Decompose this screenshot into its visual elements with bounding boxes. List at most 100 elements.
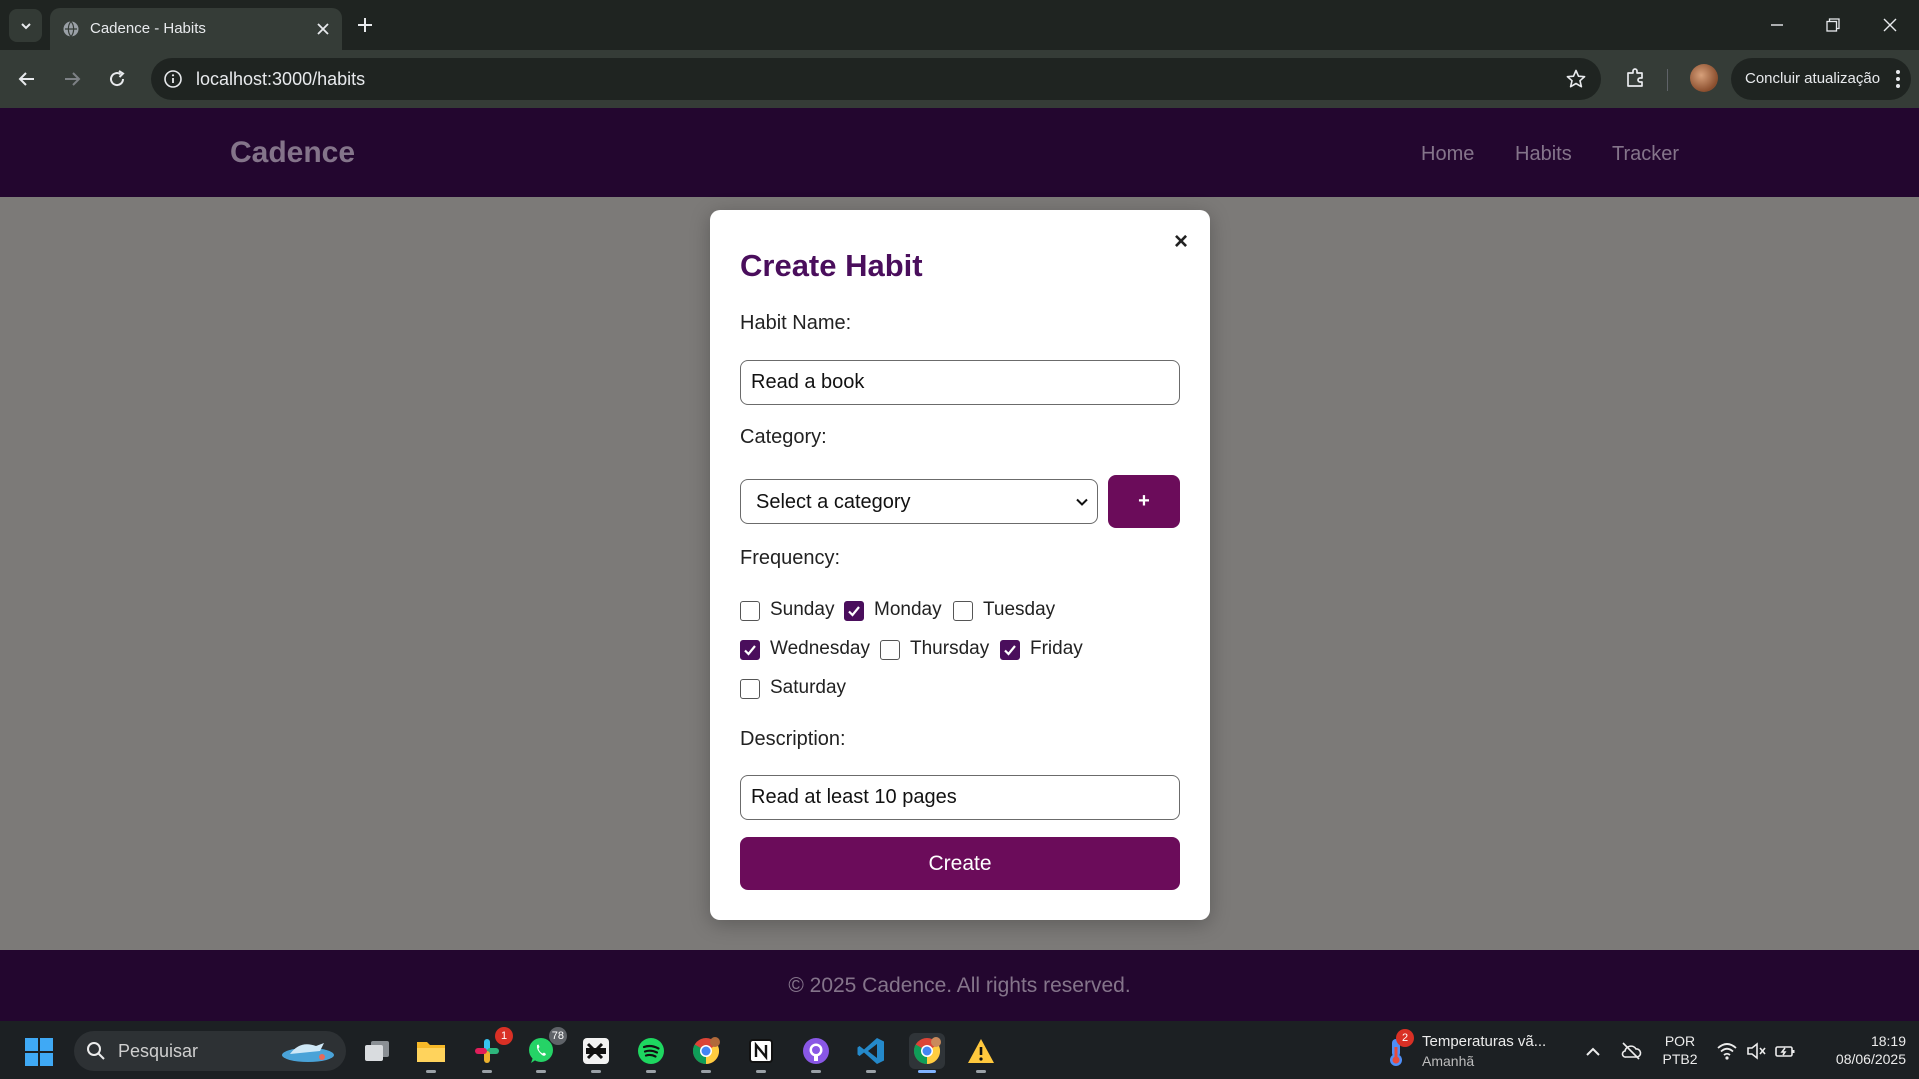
taskbar-search[interactable]: Pesquisar	[74, 1031, 346, 1071]
warning-icon	[968, 1039, 994, 1063]
taskbar-chrome[interactable]	[909, 1033, 945, 1073]
taskbar-whatsapp[interactable]: 78	[523, 1027, 567, 1073]
checkbox-friday[interactable]	[1000, 640, 1020, 660]
taskbar-notion[interactable]	[743, 1033, 779, 1073]
chevron-down-icon	[1076, 498, 1088, 506]
running-indicator	[482, 1070, 492, 1073]
modal-close-button[interactable]: ×	[1169, 230, 1193, 254]
new-tab-plus-icon[interactable]	[352, 12, 378, 38]
weather-subtitle: Amanhã	[1422, 1053, 1475, 1069]
day-label-monday[interactable]: Monday	[874, 599, 942, 621]
running-indicator	[756, 1070, 766, 1073]
minimize-icon	[1771, 24, 1783, 26]
checkbox-sunday[interactable]	[740, 601, 760, 621]
tab-search-button[interactable]	[9, 9, 42, 42]
nav-tracker[interactable]: Tracker	[1612, 143, 1679, 166]
running-indicator	[591, 1070, 601, 1073]
weather-widget[interactable]: 2 Temperaturas vã... Amanhã	[1384, 1029, 1554, 1073]
description-label: Description:	[740, 728, 846, 750]
taskbar-slack[interactable]: 1	[469, 1027, 513, 1073]
close-icon	[1883, 18, 1897, 32]
checkbox-monday[interactable]	[844, 601, 864, 621]
forward-button[interactable]	[58, 65, 86, 93]
site-brand[interactable]: Cadence	[230, 136, 355, 170]
url-text[interactable]: localhost:3000/habits	[196, 69, 365, 90]
search-highlight-art-icon	[282, 1043, 334, 1062]
slack-badge: 1	[495, 1027, 513, 1045]
folder-icon	[417, 1042, 445, 1062]
running-indicator	[536, 1070, 546, 1073]
running-indicator	[426, 1070, 436, 1073]
browser-tab[interactable]: Cadence - Habits	[50, 8, 342, 50]
running-indicator	[866, 1070, 876, 1073]
speaker-muted-icon[interactable]	[1745, 1040, 1767, 1062]
chrome-icon	[692, 1037, 720, 1065]
day-label-sunday[interactable]: Sunday	[770, 599, 834, 621]
taskbar-warning-app[interactable]	[963, 1033, 999, 1073]
keyboard-layout: PTB2	[1662, 1051, 1698, 1067]
update-button[interactable]: Concluir atualização	[1731, 58, 1911, 100]
task-view-icon	[365, 1041, 389, 1061]
taskbar-vscode[interactable]	[853, 1033, 889, 1073]
taskbar-github-desktop[interactable]	[798, 1033, 834, 1073]
profile-avatar[interactable]	[1690, 64, 1718, 92]
taskbar-file-explorer[interactable]	[413, 1033, 449, 1073]
clock[interactable]: 18:19 08/06/2025	[1812, 1032, 1906, 1068]
description-input[interactable]	[740, 775, 1180, 820]
capcut-icon	[583, 1038, 609, 1064]
category-label: Category:	[740, 426, 827, 448]
day-label-saturday[interactable]: Saturday	[770, 677, 846, 699]
close-window-button[interactable]	[1877, 12, 1903, 38]
github-icon	[803, 1038, 829, 1064]
close-icon[interactable]	[314, 20, 332, 38]
checkbox-wednesday[interactable]	[740, 640, 760, 660]
habit-name-label: Habit Name:	[740, 312, 852, 334]
taskbar-chrome-profile[interactable]	[688, 1033, 724, 1073]
language-indicator[interactable]: POR PTB2	[1660, 1032, 1700, 1068]
checkbox-tuesday[interactable]	[953, 601, 973, 621]
battery-charging-icon[interactable]	[1774, 1040, 1796, 1062]
running-indicator	[976, 1070, 986, 1073]
more-vert-icon	[1896, 70, 1900, 88]
running-indicator	[918, 1070, 936, 1073]
star-icon[interactable]	[1565, 68, 1587, 90]
windows-start-icon[interactable]	[24, 1037, 54, 1067]
habit-name-input[interactable]	[740, 360, 1180, 405]
nav-home[interactable]: Home	[1421, 143, 1474, 166]
extensions-puzzle-icon[interactable]	[1623, 65, 1649, 91]
site-footer: © 2025 Cadence. All rights reserved.	[0, 950, 1919, 1021]
search-placeholder: Pesquisar	[118, 1041, 199, 1061]
wifi-icon[interactable]	[1716, 1040, 1738, 1062]
weather-title: Temperaturas vã...	[1422, 1033, 1547, 1050]
frequency-label: Frequency:	[740, 547, 841, 569]
category-select-value: Select a category	[756, 491, 911, 513]
taskbar-task-view[interactable]	[359, 1033, 395, 1069]
add-category-button[interactable]: +	[1108, 475, 1180, 528]
taskbar-spotify[interactable]	[633, 1033, 669, 1073]
weather-badge: 2	[1396, 1029, 1414, 1047]
day-label-tuesday[interactable]: Tuesday	[983, 599, 1055, 621]
taskbar-capcut[interactable]	[578, 1033, 614, 1073]
day-label-thursday[interactable]: Thursday	[910, 638, 989, 660]
chevron-down-icon	[20, 22, 31, 29]
restore-button[interactable]	[1820, 12, 1846, 38]
minimize-button[interactable]	[1764, 12, 1790, 38]
whatsapp-badge: 78	[548, 1027, 567, 1045]
taskbar: Pesquisar 1 78 2 Temperaturas vã... Aman…	[0, 1021, 1919, 1079]
checkbox-saturday[interactable]	[740, 679, 760, 699]
chevron-up-icon[interactable]	[1582, 1041, 1604, 1063]
clock-date: 08/06/2025	[1835, 1051, 1906, 1067]
address-bar[interactable]: localhost:3000/habits	[151, 58, 1601, 100]
nav-habits[interactable]: Habits	[1515, 143, 1572, 166]
category-select[interactable]: Select a category	[740, 479, 1098, 524]
day-label-wednesday[interactable]: Wednesday	[770, 638, 870, 660]
day-label-friday[interactable]: Friday	[1030, 638, 1083, 660]
checkmark-icon	[848, 606, 860, 617]
checkbox-thursday[interactable]	[880, 640, 900, 660]
cloud-offline-icon[interactable]	[1620, 1040, 1642, 1062]
create-button[interactable]: Create	[740, 837, 1180, 890]
back-button[interactable]	[13, 65, 41, 93]
info-icon[interactable]	[163, 69, 183, 89]
reload-button[interactable]	[103, 65, 131, 93]
update-label: Concluir atualização	[1745, 70, 1881, 87]
